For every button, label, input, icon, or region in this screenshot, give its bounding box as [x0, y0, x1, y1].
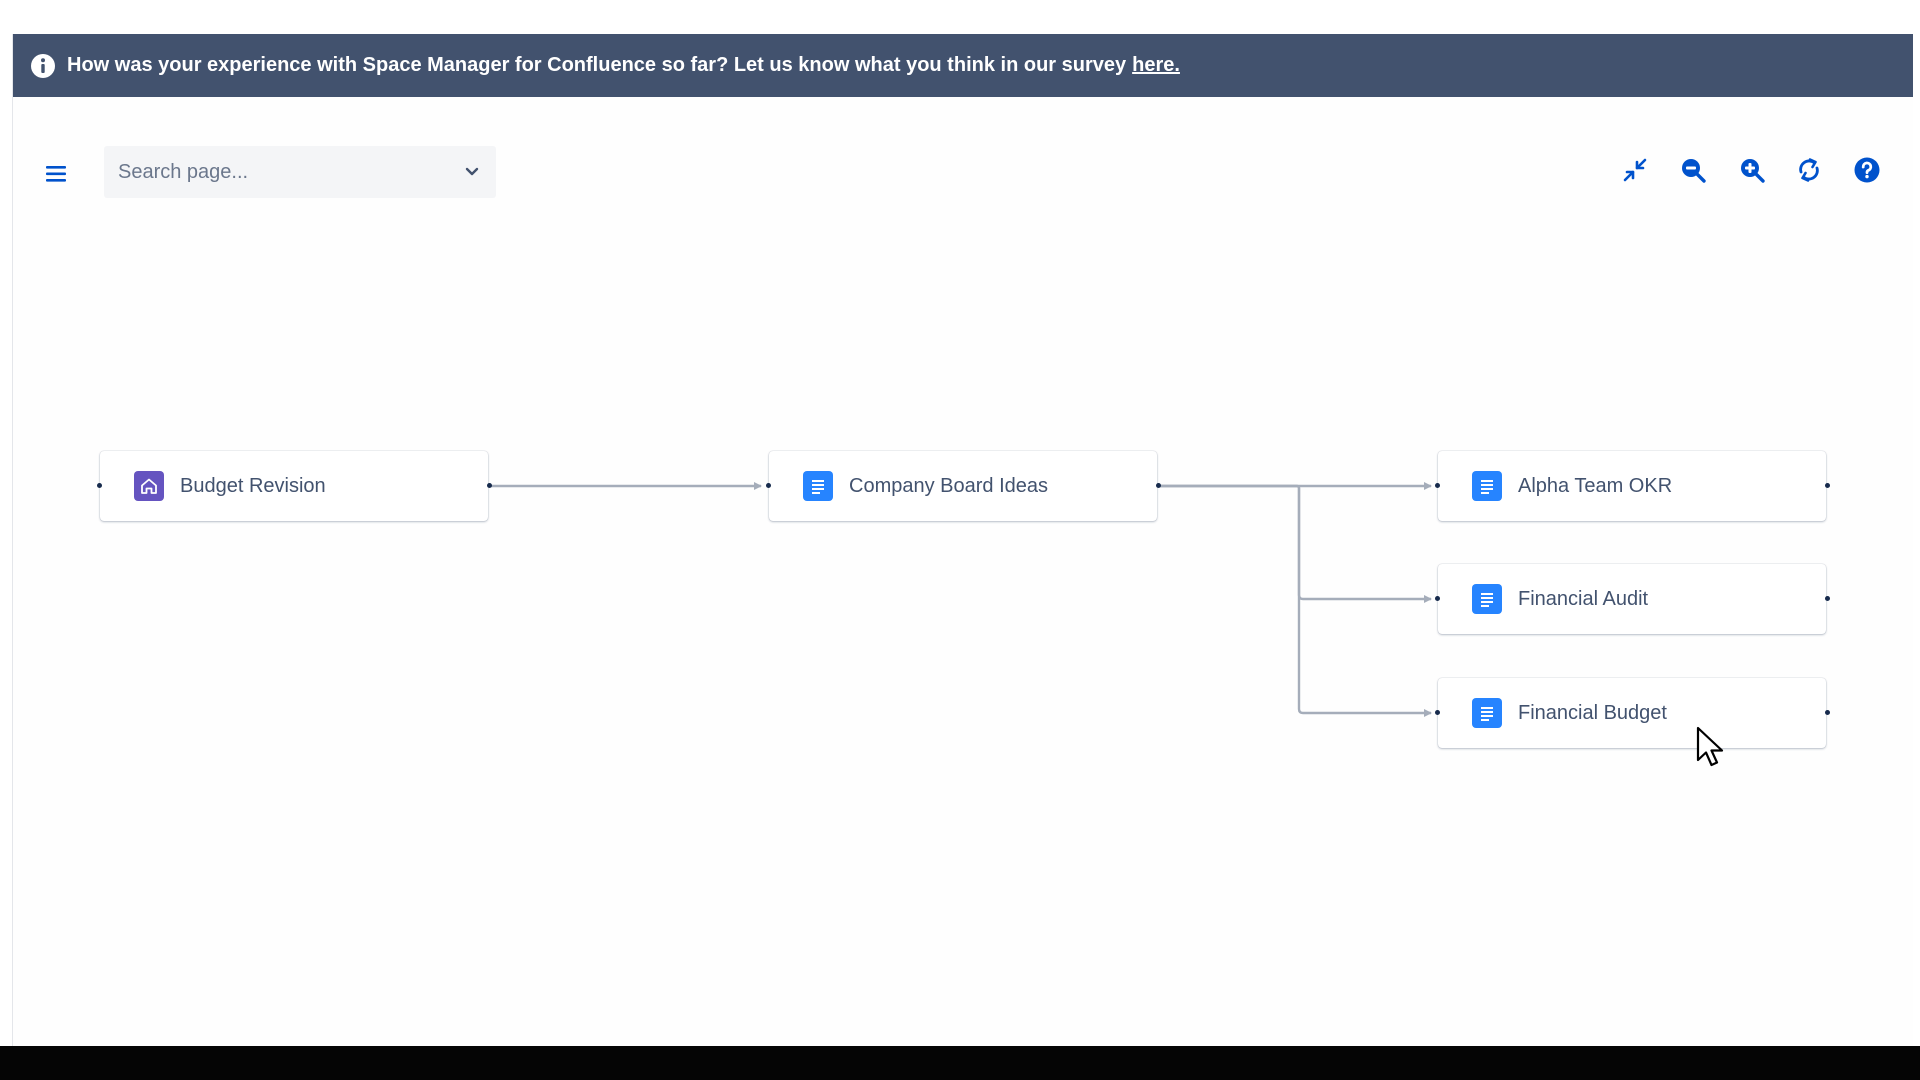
refresh-icon [1795, 156, 1823, 189]
banner-message: How was your experience with Space Manag… [67, 54, 1127, 76]
node-handle-right[interactable] [1825, 596, 1830, 601]
info-icon [30, 53, 56, 79]
node-handle-right[interactable] [1825, 710, 1830, 715]
tree-node-financial-budget[interactable]: Financial Budget [1438, 678, 1826, 748]
chevron-down-icon[interactable] [462, 162, 482, 182]
collapse-button[interactable] [1618, 155, 1652, 189]
tree-node-budget-revision[interactable]: Budget Revision [100, 451, 488, 521]
collapse-arrows-icon [1622, 157, 1648, 188]
node-handle-right[interactable] [1156, 483, 1161, 488]
node-label: Company Board Ideas [849, 474, 1049, 497]
page-icon [1472, 584, 1502, 614]
survey-link[interactable]: here. [1132, 54, 1180, 77]
survey-banner: How was your experience with Space Manag… [13, 34, 1913, 97]
help-button[interactable] [1850, 155, 1884, 189]
zoom-in-button[interactable] [1735, 155, 1769, 189]
page-icon [1472, 698, 1502, 728]
node-label: Alpha Team OKR [1518, 474, 1673, 497]
node-label: Financial Budget [1518, 701, 1667, 724]
page-icon [1472, 471, 1502, 501]
node-handle-left[interactable] [1435, 710, 1440, 715]
node-handle-left[interactable] [1435, 596, 1440, 601]
app-frame: How was your experience with Space Manag… [12, 34, 1913, 1046]
node-handle-left[interactable] [1435, 483, 1440, 488]
refresh-button[interactable] [1792, 155, 1826, 189]
search-input[interactable] [116, 151, 462, 193]
edge-child-to-budget [1159, 484, 1432, 717]
node-handle-right[interactable] [1825, 483, 1830, 488]
node-label: Budget Revision [180, 474, 326, 497]
tree-node-alpha-team-okr[interactable]: Alpha Team OKR [1438, 451, 1826, 521]
taskbar [0, 1046, 1920, 1080]
help-icon [1853, 156, 1881, 189]
node-handle-left[interactable] [766, 483, 771, 488]
page-icon [803, 471, 833, 501]
edge-child-to-audit [1159, 484, 1432, 603]
page-search [104, 146, 496, 198]
node-label: Financial Audit [1518, 587, 1649, 610]
tree-node-company-board-ideas[interactable]: Company Board Ideas [769, 451, 1157, 521]
hamburger-menu-icon[interactable] [43, 160, 71, 188]
node-handle-right[interactable] [487, 483, 492, 488]
zoom-in-icon [1738, 156, 1766, 189]
node-handle-left[interactable] [97, 483, 102, 488]
home-icon [134, 471, 164, 501]
zoom-out-icon [1679, 156, 1707, 189]
tree-node-financial-audit[interactable]: Financial Audit [1438, 564, 1826, 634]
zoom-out-button[interactable] [1676, 155, 1710, 189]
